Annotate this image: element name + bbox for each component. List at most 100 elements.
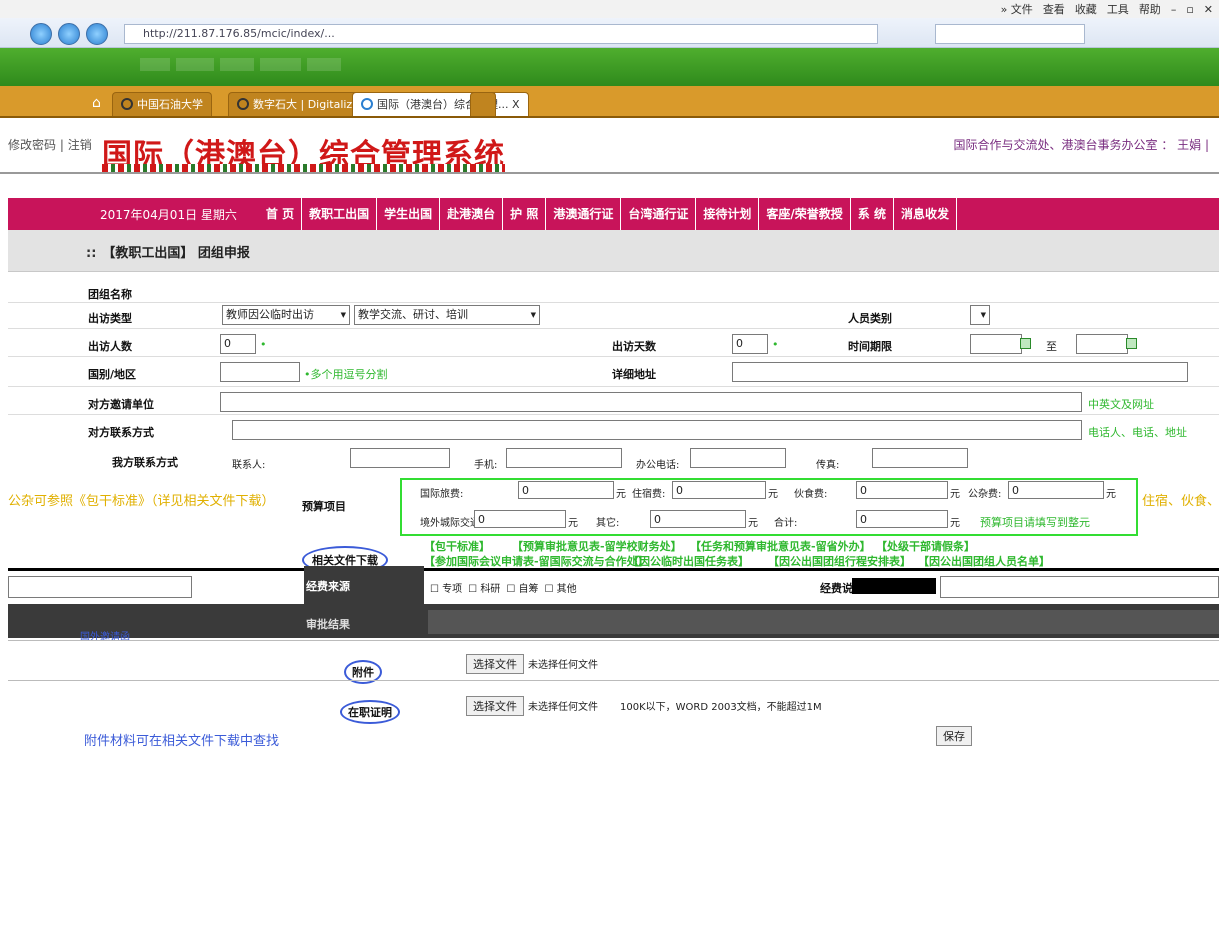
favorite-item[interactable]: [259, 58, 301, 71]
right-orange-note: 住宿、伙食、: [1142, 494, 1219, 509]
intl-travel-input[interactable]: 0: [518, 481, 614, 499]
required-mark: •: [260, 338, 267, 351]
period-end-input[interactable]: [1076, 334, 1128, 354]
misc-input[interactable]: 0: [1008, 481, 1104, 499]
lodging-input[interactable]: 0: [672, 481, 766, 499]
unit: 元: [616, 489, 626, 500]
favorite-item[interactable]: [306, 58, 341, 71]
row-divider: [8, 356, 1219, 357]
unit: 元: [950, 489, 960, 500]
calendar-icon[interactable]: [1126, 338, 1137, 349]
meals-input[interactable]: 0: [856, 481, 948, 499]
refresh-icon[interactable]: [86, 23, 108, 45]
intl-travel-label: 国际旅费:: [420, 489, 464, 500]
back-icon[interactable]: [30, 23, 52, 45]
favorite-item[interactable]: [176, 58, 214, 71]
menu-reception[interactable]: 接待计划: [696, 198, 760, 230]
city-transport-input[interactable]: 0: [474, 510, 566, 528]
period-start-input[interactable]: [970, 334, 1022, 354]
lodging-label: 住宿费:: [632, 489, 666, 500]
contact-person-input[interactable]: [350, 448, 450, 468]
total-input: 0: [856, 510, 948, 528]
menu-tools[interactable]: 工具: [1107, 1, 1129, 17]
funding-option[interactable]: ☐ 科研: [468, 580, 500, 595]
home-icon[interactable]: ⌂: [92, 95, 101, 111]
new-tab-button[interactable]: [470, 92, 496, 116]
menu-view[interactable]: 查看: [1043, 1, 1065, 17]
period-label: 时间期限: [848, 340, 892, 353]
visit-type-value: 教师因公临时出访: [226, 308, 314, 321]
menu-favorites[interactable]: 收藏: [1075, 1, 1097, 17]
office-phone-input[interactable]: [690, 448, 786, 468]
main-menu: 2017年04月01日 星期六 首 页 教职工出国 学生出国 赴港澳台 护 照 …: [100, 198, 957, 230]
menu-home[interactable]: 首 页: [259, 198, 303, 230]
fax-label: 传真:: [816, 460, 840, 471]
country-input[interactable]: [220, 362, 300, 382]
menu-staff-abroad[interactable]: 教职工出国: [302, 198, 378, 230]
doc-link[interactable]: 【处级干部请假条】: [876, 538, 975, 554]
menu-system[interactable]: 系 统: [851, 198, 894, 230]
favorite-item[interactable]: [219, 58, 254, 71]
logout-link[interactable]: 注销: [68, 138, 92, 152]
menu-file[interactable]: » 文件: [1001, 1, 1033, 17]
doc-link[interactable]: 【因公临时出国任务表】: [628, 553, 749, 569]
doc-link[interactable]: 【包干标准】: [424, 538, 490, 554]
funding-option[interactable]: ☐ 自筹: [506, 580, 538, 595]
visit-purpose-select[interactable]: 教学交流、研讨、培训: [354, 305, 540, 325]
doc-link[interactable]: 【因公出国团组人员名单】: [918, 553, 1050, 569]
contact-input[interactable]: [232, 420, 1082, 440]
group-name-label: 团组名称: [88, 288, 132, 301]
doc-link[interactable]: 【任务和预算审批意见表-留省外办】: [690, 538, 871, 554]
no-file-text-2: 未选择任何文件: [528, 702, 598, 713]
left-blank-input[interactable]: [8, 576, 192, 598]
days-input[interactable]: 0: [732, 334, 768, 354]
contact-label: 对方联系方式: [88, 426, 154, 439]
visit-type-select[interactable]: 教师因公临时出访: [222, 305, 350, 325]
row-divider: [8, 640, 1219, 641]
menu-hk-pass[interactable]: 港澳通行证: [546, 198, 622, 230]
count-input[interactable]: 0: [220, 334, 256, 354]
calendar-icon[interactable]: [1020, 338, 1031, 349]
funding-option[interactable]: ☐ 其他: [544, 580, 576, 595]
tab-close-icon[interactable]: X: [512, 98, 520, 111]
choose-file-button-2[interactable]: 选择文件: [466, 696, 524, 716]
menu-hk-macao-tw[interactable]: 赴港澳台: [440, 198, 504, 230]
minimize-icon[interactable]: –: [1171, 3, 1177, 16]
other-input[interactable]: 0: [650, 510, 746, 528]
maximize-icon[interactable]: ▫: [1186, 3, 1193, 16]
mobile-input[interactable]: [506, 448, 622, 468]
funding-desc-input[interactable]: [940, 576, 1219, 598]
favorite-item[interactable]: [140, 58, 171, 71]
doc-link[interactable]: 【预算审批意见表-留学校财务处】: [512, 538, 682, 554]
menu-visiting-prof[interactable]: 客座/荣誉教授: [759, 198, 851, 230]
favorites-bar: [0, 48, 1219, 86]
close-icon[interactable]: ✕: [1204, 3, 1213, 16]
choose-file-button[interactable]: 选择文件: [466, 654, 524, 674]
forward-icon[interactable]: [58, 23, 80, 45]
meals-value: 0: [860, 484, 867, 497]
menu-passport[interactable]: 护 照: [503, 198, 547, 230]
menu-tw-pass[interactable]: 台湾通行证: [621, 198, 697, 230]
staff-type-select[interactable]: [970, 305, 990, 325]
inviter-input[interactable]: [220, 392, 1082, 412]
misc-label: 公杂费:: [968, 489, 1002, 500]
change-password-link[interactable]: 修改密码: [8, 138, 56, 152]
save-button[interactable]: 保存: [936, 726, 972, 746]
menu-help[interactable]: 帮助: [1139, 1, 1161, 17]
doc-link[interactable]: 【因公出国团组行程安排表】: [768, 553, 911, 569]
menu-messages[interactable]: 消息收发: [894, 198, 957, 230]
doc-link[interactable]: 【参加国际会议申请表-留国际交流与合作处】: [424, 553, 649, 569]
menu-student-abroad[interactable]: 学生出国: [377, 198, 441, 230]
tab-intl-system[interactable]: 国际（港澳台）综合管理... X: [352, 92, 529, 116]
funding-option-label: 科研: [480, 584, 501, 595]
address-bar[interactable]: http://211.87.176.85/mcic/index/...: [124, 24, 878, 44]
tab-cup[interactable]: 中国石油大学: [112, 92, 212, 116]
search-input[interactable]: [935, 24, 1085, 44]
fax-input[interactable]: [872, 448, 968, 468]
funding-option-label: 专项: [442, 584, 463, 595]
address-input[interactable]: [732, 362, 1188, 382]
funding-option[interactable]: ☐ 专项: [430, 580, 462, 595]
staff-type-label: 人员类别: [848, 312, 892, 325]
total-value: 0: [860, 513, 867, 526]
funding-label: 经费来源: [306, 580, 350, 593]
